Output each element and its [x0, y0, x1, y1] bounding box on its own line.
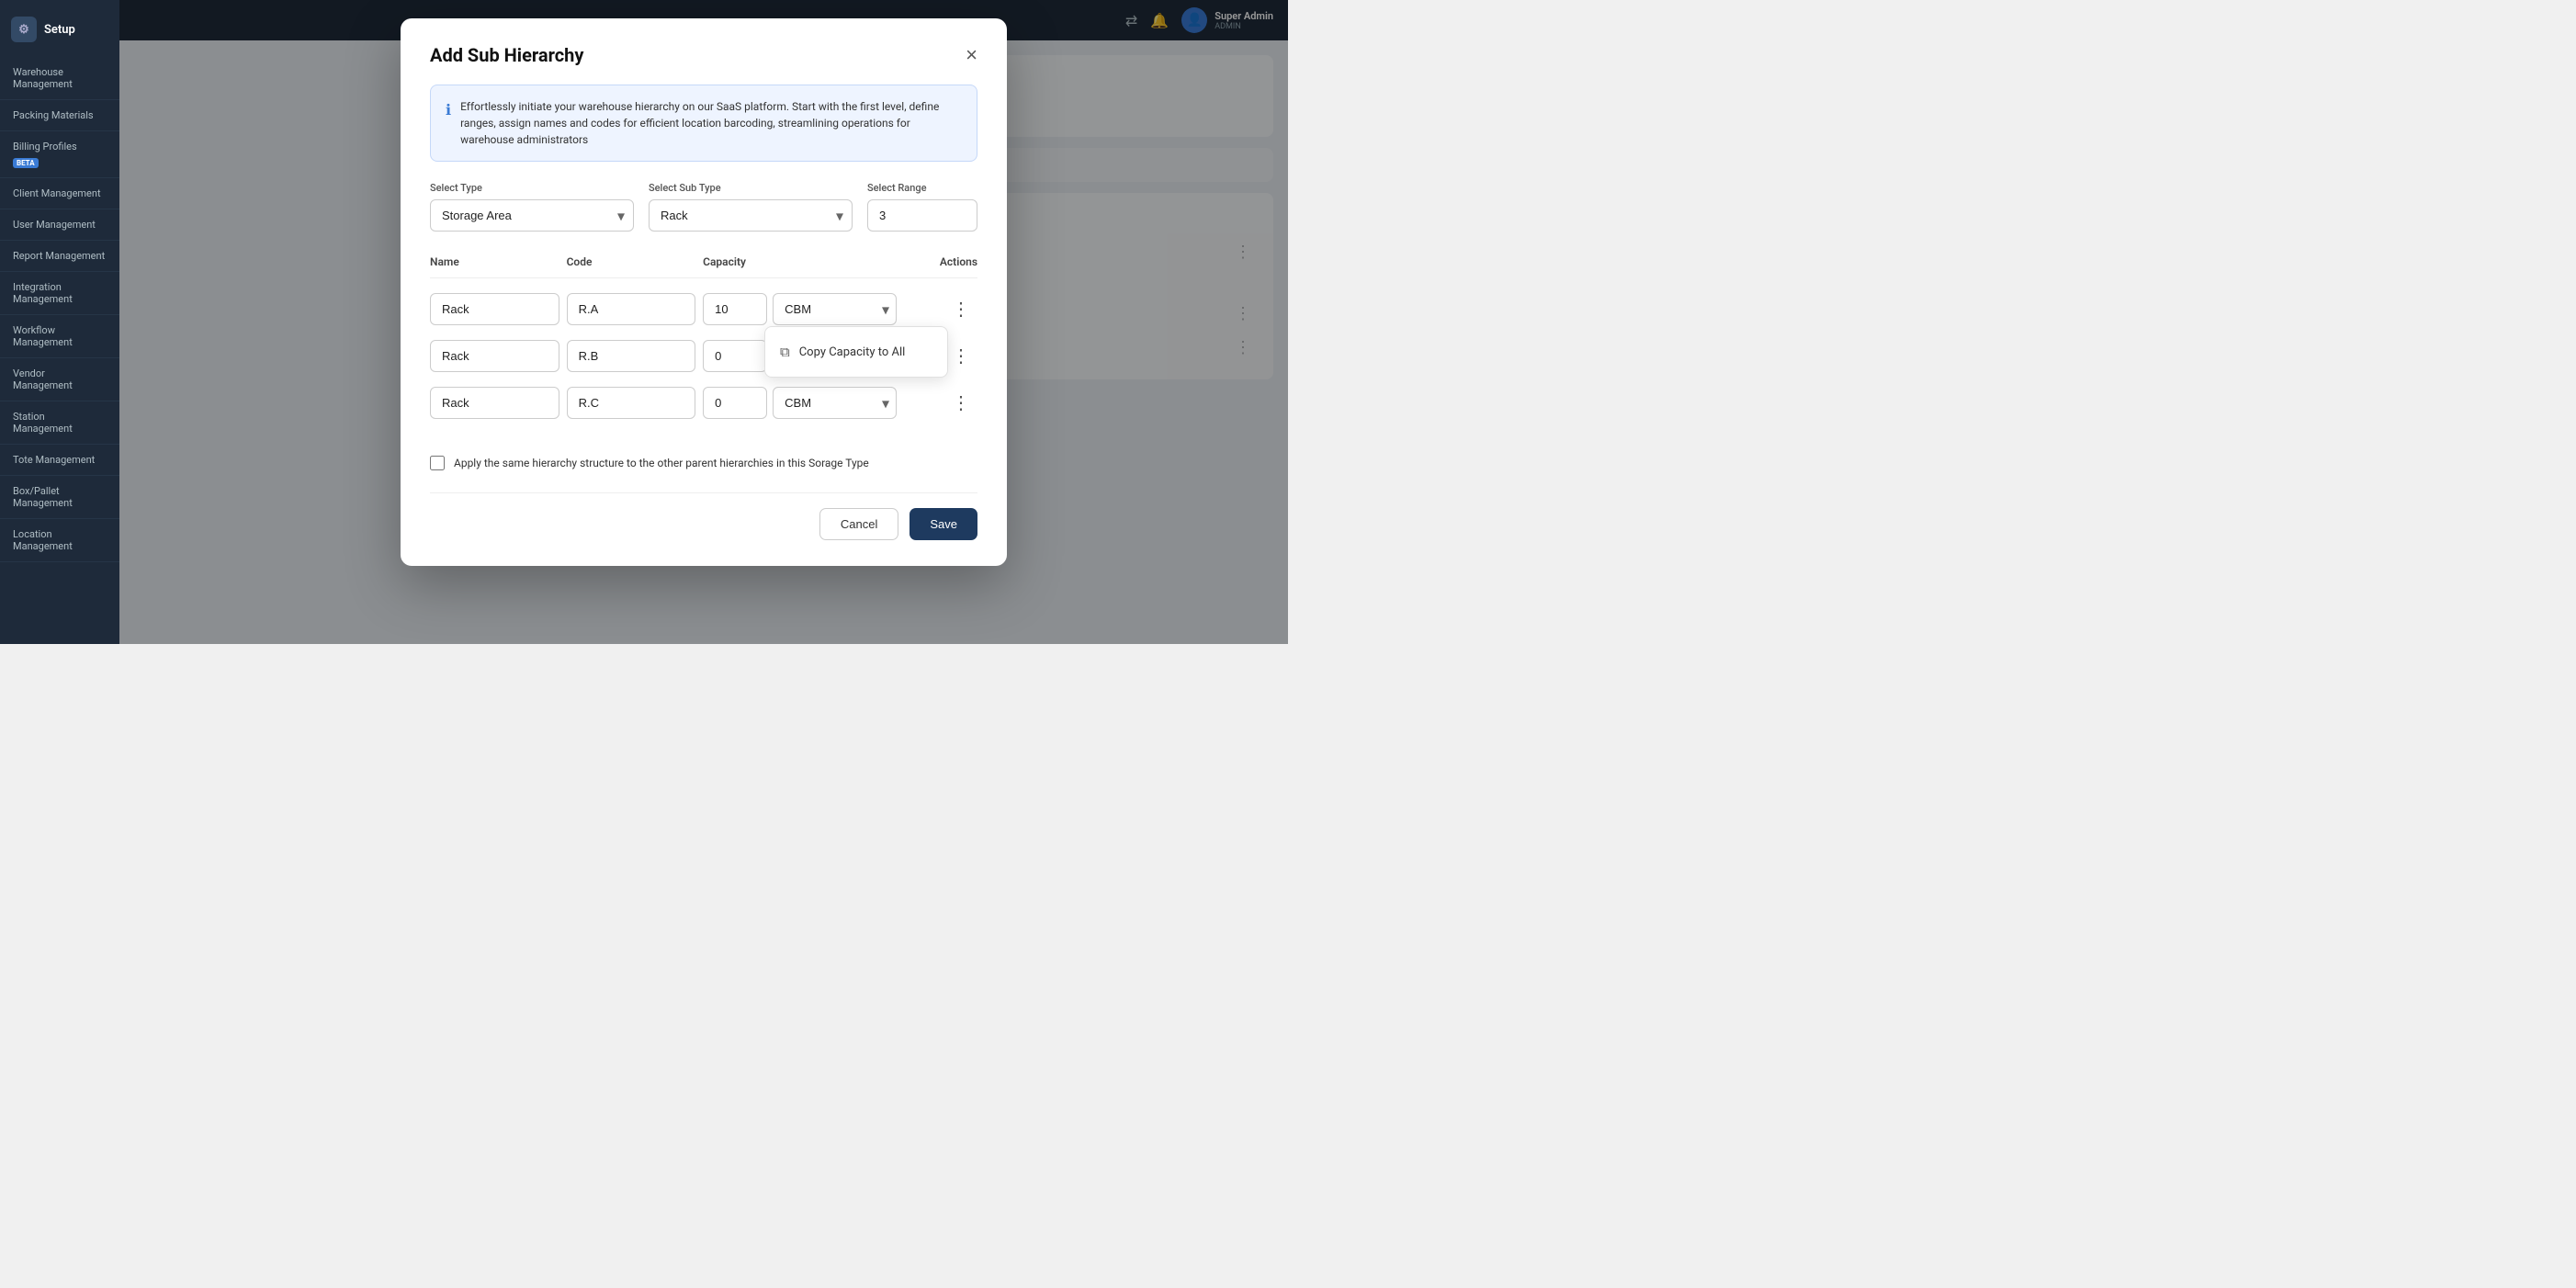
sidebar-item-tote-management[interactable]: Tote Management	[0, 445, 119, 476]
row2-name-cell	[430, 340, 559, 372]
sidebar-item-label: Station Management	[13, 411, 73, 435]
sidebar-item-client-management[interactable]: Client Management	[0, 178, 119, 209]
sidebar-item-label: Warehouse Management	[13, 66, 73, 90]
table-row-1-container: CBM ▾ ⋮ ⧉ Copy Capacity to All	[430, 286, 977, 333]
sidebar-item-boxpallet-management[interactable]: Box/Pallet Management	[0, 476, 119, 519]
sidebar-item-station-management[interactable]: Station Management	[0, 401, 119, 445]
col-capacity-header: Capacity	[703, 255, 897, 268]
apply-same-hierarchy-checkbox[interactable]	[430, 456, 445, 470]
select-range-label: Select Range	[867, 182, 977, 194]
col-name-header: Name	[430, 255, 559, 268]
row1-code-cell	[567, 293, 696, 325]
row1-actions-button[interactable]: ⋮	[944, 297, 977, 322]
row3-code-input[interactable]	[567, 387, 696, 419]
select-type-wrapper: Storage Area ▾	[430, 199, 634, 232]
sidebar-item-integration-management[interactable]: Integration Management	[0, 272, 119, 315]
row2-actions-button[interactable]: ⋮	[944, 344, 977, 369]
col-actions-header: Actions	[904, 255, 977, 268]
app-title: Setup	[44, 23, 75, 37]
sidebar-item-label: Report Management	[13, 250, 105, 262]
form-row: Select Type Storage Area ▾ Select Sub Ty…	[430, 182, 977, 232]
checkbox-label[interactable]: Apply the same hierarchy structure to th…	[454, 457, 869, 469]
copy-capacity-item[interactable]: ⧉ Copy Capacity to All	[765, 334, 947, 369]
row1-unit-dropdown[interactable]: CBM	[773, 293, 897, 325]
row2-capacity-input[interactable]	[703, 340, 767, 372]
row2-name-input[interactable]	[430, 340, 559, 372]
row3-unit-wrapper: CBM ▾	[773, 387, 897, 419]
modal-header: Add Sub Hierarchy ×	[430, 44, 977, 66]
sidebar-item-label: Client Management	[13, 187, 101, 199]
row2-code-cell	[567, 340, 696, 372]
select-subtype-group: Select Sub Type Rack ▾	[649, 182, 853, 232]
table-row-3: CBM ▾ ⋮	[430, 379, 977, 426]
row3-capacity-cell: CBM ▾	[703, 387, 897, 419]
modal-overlay: Add Sub Hierarchy × ℹ Effortlessly initi…	[119, 0, 1288, 644]
row1-code-input[interactable]	[567, 293, 696, 325]
col-code-header: Code	[567, 255, 696, 268]
select-subtype-label: Select Sub Type	[649, 182, 853, 194]
row3-actions-cell: ⋮	[904, 390, 977, 416]
select-subtype-dropdown[interactable]: Rack	[649, 199, 853, 232]
row3-unit-dropdown[interactable]: CBM	[773, 387, 897, 419]
info-banner-text: Effortlessly initiate your warehouse hie…	[460, 98, 962, 148]
select-range-group: Select Range	[867, 182, 977, 232]
row1-name-cell	[430, 293, 559, 325]
sidebar-item-workflow-management[interactable]: Workflow Management	[0, 315, 119, 358]
sidebar-item-vendor-management[interactable]: Vendor Management	[0, 358, 119, 401]
app-logo: ⚙ Setup	[0, 9, 119, 57]
sidebar-item-label: Workflow Management	[13, 324, 73, 348]
sidebar-item-packing-materials[interactable]: Packing Materials	[0, 100, 119, 131]
modal-title: Add Sub Hierarchy	[430, 44, 583, 66]
info-banner: ℹ Effortlessly initiate your warehouse h…	[430, 85, 977, 162]
row3-name-cell	[430, 387, 559, 419]
row1-capacity-input[interactable]	[703, 293, 767, 325]
sidebar-item-label: Integration Management	[13, 281, 73, 305]
sidebar-item-label: Location Management	[13, 528, 73, 552]
table-header: Name Code Capacity Actions	[430, 250, 977, 278]
row1-actions-cell: ⋮	[904, 297, 977, 322]
beta-badge: BETA	[13, 158, 39, 168]
sidebar-item-label: Tote Management	[13, 454, 95, 466]
logo-icon: ⚙	[11, 17, 37, 42]
select-type-label: Select Type	[430, 182, 634, 194]
row3-code-cell	[567, 387, 696, 419]
checkbox-row: Apply the same hierarchy structure to th…	[430, 445, 977, 470]
row1-unit-wrapper: CBM ▾	[773, 293, 897, 325]
sidebar-item-billing-profiles[interactable]: Billing Profiles BETA	[0, 131, 119, 178]
sidebar-item-report-management[interactable]: Report Management	[0, 241, 119, 272]
select-subtype-wrapper: Rack ▾	[649, 199, 853, 232]
sidebar-item-label: Billing Profiles	[13, 141, 77, 153]
row1-capacity-cell: CBM ▾	[703, 293, 897, 325]
select-type-group: Select Type Storage Area ▾	[430, 182, 634, 232]
sidebar: ⚙ Setup Warehouse Management Packing Mat…	[0, 0, 119, 644]
row2-code-input[interactable]	[567, 340, 696, 372]
row3-actions-button[interactable]: ⋮	[944, 390, 977, 416]
sidebar-item-label: Vendor Management	[13, 367, 73, 391]
select-range-input[interactable]	[867, 199, 977, 232]
info-icon: ℹ	[446, 99, 451, 148]
sidebar-item-label: Packing Materials	[13, 109, 94, 121]
row1-name-input[interactable]	[430, 293, 559, 325]
copy-icon: ⧉	[780, 344, 790, 360]
modal-footer: Cancel Save	[430, 492, 977, 540]
row1-dropdown-menu: ⧉ Copy Capacity to All	[764, 326, 948, 378]
sidebar-item-location-management[interactable]: Location Management	[0, 519, 119, 562]
row3-capacity-input[interactable]	[703, 387, 767, 419]
cancel-button[interactable]: Cancel	[819, 508, 898, 540]
copy-capacity-label: Copy Capacity to All	[799, 345, 906, 359]
close-button[interactable]: ×	[966, 45, 977, 65]
sidebar-item-label: User Management	[13, 219, 96, 231]
row3-name-input[interactable]	[430, 387, 559, 419]
add-sub-hierarchy-modal: Add Sub Hierarchy × ℹ Effortlessly initi…	[401, 18, 1007, 566]
main-area: ⇄ 🔔 👤 Super Admin ADMIN Location Hierarc…	[119, 0, 1288, 644]
sidebar-item-warehouse-management[interactable]: Warehouse Management	[0, 57, 119, 100]
select-type-dropdown[interactable]: Storage Area	[430, 199, 634, 232]
save-button[interactable]: Save	[910, 508, 977, 540]
sidebar-item-label: Box/Pallet Management	[13, 485, 73, 509]
sidebar-item-user-management[interactable]: User Management	[0, 209, 119, 241]
